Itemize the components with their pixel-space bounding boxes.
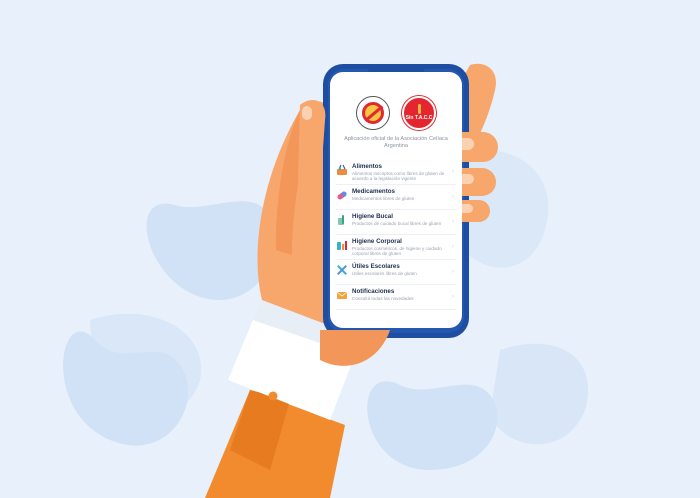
chevron-right-icon: › bbox=[452, 218, 454, 225]
school-supplies-icon bbox=[337, 265, 347, 275]
menu-item-higiene-corporal[interactable]: Higiene Corporal Productos cosméticos, d… bbox=[336, 235, 456, 260]
envelope-icon bbox=[336, 291, 348, 299]
chevron-right-icon: › bbox=[452, 268, 454, 275]
menu-item-alimentos[interactable]: Alimentos Alimentos inscriptos como libr… bbox=[336, 160, 456, 185]
shopping-basket-icon bbox=[337, 164, 347, 175]
toothbrush-icon bbox=[338, 214, 344, 225]
chevron-right-icon: › bbox=[452, 243, 454, 250]
menu-item-higiene-bucal[interactable]: Higiene Bucal Productos de cuidado bucal… bbox=[336, 210, 456, 235]
chevron-right-icon: › bbox=[452, 293, 454, 300]
sin-tacc-logo: Sin T.A.C.C bbox=[402, 96, 436, 130]
pill-icon bbox=[337, 191, 347, 200]
wheat-icon bbox=[417, 103, 421, 114]
chevron-right-icon: › bbox=[452, 168, 454, 175]
cosmetics-icon bbox=[337, 240, 347, 250]
logos-row: Sin T.A.C.C bbox=[330, 96, 462, 130]
phone-screen: Sin T.A.C.C Aplicación oficial de la Aso… bbox=[330, 72, 462, 328]
chevron-right-icon: › bbox=[452, 193, 454, 200]
menu-item-medicamentos[interactable]: Medicamentos Medicamentos libres de glut… bbox=[336, 185, 456, 210]
app-subtitle: Aplicación oficial de la Asociación Celí… bbox=[344, 136, 448, 149]
menu-item-notificaciones[interactable]: Notificaciones Consultá todas las noveda… bbox=[336, 285, 456, 310]
menu-item-utiles-escolares[interactable]: Útiles Escolares Útiles escolares libres… bbox=[336, 260, 456, 285]
acela-logo bbox=[356, 96, 390, 130]
main-menu: Alimentos Alimentos inscriptos como libr… bbox=[330, 160, 462, 310]
